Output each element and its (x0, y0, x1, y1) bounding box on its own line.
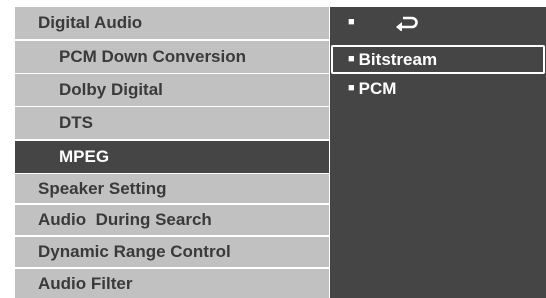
menu-item-label: DTS (59, 113, 93, 132)
menu-item-label: Audio Filter (38, 273, 133, 293)
menu-item-pcm-down-conversion[interactable]: PCM Down Conversion (15, 41, 329, 73)
bullet: ■ (348, 81, 355, 94)
menu-item-label: MPEG (59, 147, 110, 166)
menu-item-dts[interactable]: DTS (15, 107, 329, 139)
menu-item-speaker-setting[interactable]: Speaker Setting (15, 174, 329, 203)
option-label: Bitstream (358, 49, 438, 69)
option-pcm[interactable]: ■ PCM (330, 74, 546, 103)
menu-item-label: Audio During Search (38, 210, 212, 229)
menu-item-label: Dynamic Range Control (38, 242, 231, 261)
option-bitstream[interactable]: ■ Bitstream (331, 45, 545, 74)
menu-item-label: PCM Down Conversion (59, 47, 247, 66)
options-panel: ■ ■ Bitstream ■ PCM (330, 7, 546, 298)
menu-item-label: Dolby Digital (59, 80, 163, 99)
menu-item-digital-audio[interactable]: Digital Audio (15, 7, 329, 39)
menu-item-dynamic-range-control[interactable]: Dynamic Range Control (15, 237, 329, 267)
return-option[interactable]: ■ (330, 8, 546, 37)
bullet: ■ (348, 15, 355, 28)
audio-setup-osd: Digital Audio PCM Down Conversion Dolby … (15, 7, 546, 298)
audio-menu-list: Digital Audio PCM Down Conversion Dolby … (15, 7, 329, 298)
menu-item-audio-filter[interactable]: Audio Filter (15, 269, 329, 298)
bullet: ■ (348, 52, 355, 65)
option-label: PCM (358, 78, 397, 98)
menu-item-label: Digital Audio (38, 13, 143, 32)
menu-item-mpeg[interactable]: MPEG (15, 141, 329, 173)
menu-item-label: Speaker Setting (38, 178, 167, 198)
menu-item-dolby-digital[interactable]: Dolby Digital (15, 74, 329, 106)
menu-item-audio-during-search[interactable]: Audio During Search (15, 205, 329, 235)
return-arrow-icon (395, 15, 419, 31)
